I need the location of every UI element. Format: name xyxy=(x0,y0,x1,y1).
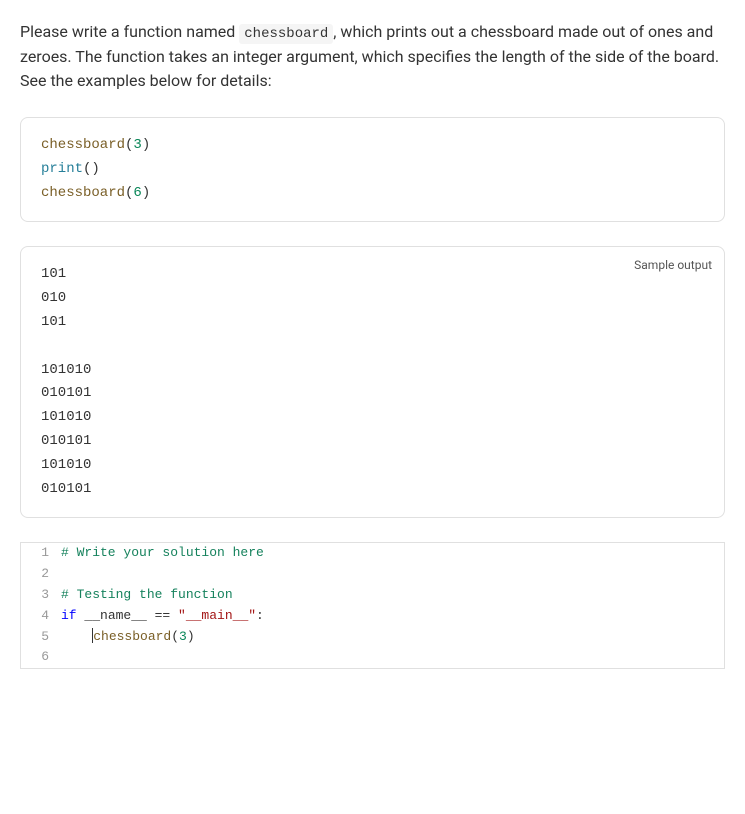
code-line: chessboard(3) xyxy=(41,134,704,158)
line-number: 5 xyxy=(21,627,61,648)
line-number: 2 xyxy=(21,564,61,585)
code-token: # Write your solution here xyxy=(61,545,264,560)
code-token: : xyxy=(256,608,264,623)
line-content[interactable]: # Write your solution here xyxy=(61,543,724,564)
editor-line[interactable]: 1# Write your solution here xyxy=(21,543,724,564)
sample-output-label: Sample output xyxy=(634,255,712,275)
code-token: 6 xyxy=(133,185,141,201)
line-content[interactable]: # Testing the function xyxy=(61,585,724,606)
sample-output-block: Sample output 101 010 101 101010 010101 … xyxy=(20,246,725,518)
code-token: chessboard xyxy=(93,629,171,644)
code-token: # Testing the function xyxy=(61,587,233,602)
code-line: chessboard(6) xyxy=(41,182,704,206)
line-number: 3 xyxy=(21,585,61,606)
problem-instructions: Please write a function named chessboard… xyxy=(20,20,725,93)
code-token: chessboard xyxy=(41,137,125,153)
editor-line[interactable]: 4if __name__ == "__main__": xyxy=(21,606,724,627)
instruction-text-part1: Please write a function named xyxy=(20,22,239,41)
text-cursor xyxy=(92,628,93,643)
code-token: 3 xyxy=(179,629,187,644)
line-content[interactable]: if __name__ == "__main__": xyxy=(61,606,724,627)
code-token xyxy=(61,629,92,644)
code-token: ) xyxy=(187,629,195,644)
editor-line[interactable]: 2 xyxy=(21,564,724,585)
code-token: print xyxy=(41,161,83,177)
inline-code-funcname: chessboard xyxy=(239,24,333,44)
code-editor[interactable]: 1# Write your solution here23# Testing t… xyxy=(20,542,725,669)
editor-line[interactable]: 5 chessboard(3) xyxy=(21,627,724,648)
sample-output-text: 101 010 101 101010 010101 101010 010101 … xyxy=(41,263,704,501)
line-number: 4 xyxy=(21,606,61,627)
editor-line[interactable]: 3# Testing the function xyxy=(21,585,724,606)
line-content[interactable]: chessboard(3) xyxy=(61,627,724,648)
code-token: ) xyxy=(142,185,150,201)
code-token: __name__ == xyxy=(77,608,178,623)
code-token: 3 xyxy=(133,137,141,153)
line-content[interactable] xyxy=(61,647,724,668)
editor-line[interactable]: 6 xyxy=(21,647,724,668)
code-token: ) xyxy=(142,137,150,153)
code-token: () xyxy=(83,161,100,177)
code-line: print() xyxy=(41,158,704,182)
code-example-block: chessboard(3)print()chessboard(6) xyxy=(20,117,725,222)
line-content[interactable] xyxy=(61,564,724,585)
line-number: 6 xyxy=(21,647,61,668)
code-token: chessboard xyxy=(41,185,125,201)
code-token: "__main__" xyxy=(178,608,256,623)
code-token: if xyxy=(61,608,77,623)
code-token: ( xyxy=(171,629,179,644)
line-number: 1 xyxy=(21,543,61,564)
